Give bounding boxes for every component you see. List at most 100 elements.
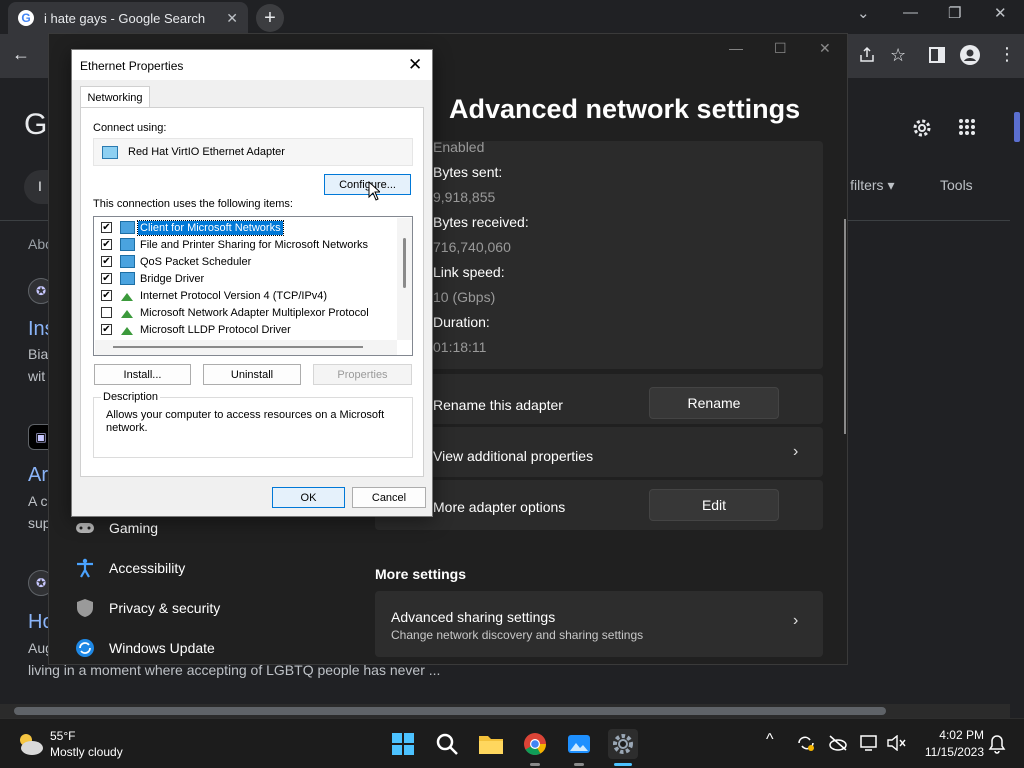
dialog-close-icon[interactable]: ✕ bbox=[408, 55, 422, 75]
ok-button[interactable]: OK bbox=[272, 487, 345, 508]
profile-icon[interactable] bbox=[960, 45, 980, 65]
page-horizontal-scrollbar[interactable] bbox=[0, 704, 1010, 718]
cloud-offline-icon[interactable] bbox=[828, 735, 848, 751]
all-filters-button[interactable]: ll filters ▾ bbox=[840, 177, 894, 194]
start-button[interactable] bbox=[390, 731, 416, 757]
bytes-received-label: Bytes received: bbox=[433, 214, 529, 230]
weather-temperature[interactable]: 55°F bbox=[50, 729, 75, 743]
description-legend: Description bbox=[101, 391, 161, 403]
result-snippet: A c bbox=[28, 493, 48, 509]
list-item[interactable]: ✔ Internet Protocol Version 4 (TCP/IPv4) bbox=[94, 287, 394, 304]
item-checkbox[interactable]: ✔ bbox=[101, 290, 112, 301]
network-adapter-icon bbox=[102, 145, 118, 159]
gamepad-icon bbox=[75, 518, 95, 538]
protocol-icon bbox=[120, 306, 135, 319]
list-vertical-scrollbar[interactable] bbox=[397, 218, 412, 340]
settings-minimize-icon[interactable]: — bbox=[729, 40, 743, 56]
photos-button[interactable] bbox=[566, 731, 592, 757]
dialog-title-bar[interactable]: Ethernet Properties ✕ bbox=[72, 50, 432, 80]
scrollbar-thumb[interactable] bbox=[1014, 112, 1020, 142]
clock-time[interactable]: 4:02 PM bbox=[934, 728, 984, 742]
nav-item-privacy-security[interactable]: Privacy & security bbox=[75, 598, 220, 618]
display-icon[interactable] bbox=[860, 735, 880, 751]
nav-item-windows-update[interactable]: Windows Update bbox=[75, 638, 215, 658]
properties-button[interactable]: Properties bbox=[313, 364, 412, 385]
item-checkbox[interactable]: ✔ bbox=[101, 222, 112, 233]
item-checkbox[interactable]: ✔ bbox=[101, 273, 112, 284]
list-horizontal-scrollbar[interactable] bbox=[95, 340, 397, 355]
browser-tab[interactable]: G i hate gays - Google Search ✕ bbox=[8, 2, 248, 34]
search-button[interactable] bbox=[434, 731, 460, 757]
new-tab-button[interactable]: + bbox=[256, 4, 284, 32]
tray-overflow-chevron-icon[interactable]: ^ bbox=[766, 731, 774, 749]
minimize-icon[interactable]: — bbox=[903, 4, 918, 21]
install-button[interactable]: Install... bbox=[94, 364, 191, 385]
bookmark-star-icon[interactable]: ☆ bbox=[890, 45, 906, 66]
volume-muted-icon[interactable] bbox=[886, 735, 906, 751]
back-button[interactable]: ← bbox=[12, 44, 30, 65]
item-label: Microsoft Network Adapter Multiplexor Pr… bbox=[140, 306, 369, 319]
adapter-name: Red Hat VirtIO Ethernet Adapter bbox=[128, 146, 285, 158]
tab-search-icon[interactable]: ⌄ bbox=[857, 4, 870, 22]
google-logo[interactable]: G bbox=[24, 108, 47, 142]
shield-icon bbox=[75, 598, 95, 618]
close-window-icon[interactable]: ✕ bbox=[994, 4, 1007, 22]
item-label: Client for Microsoft Networks bbox=[137, 219, 284, 236]
settings-active-indicator bbox=[614, 763, 632, 766]
update-sync-icon bbox=[75, 638, 95, 658]
dialog-title: Ethernet Properties bbox=[80, 59, 184, 73]
list-item[interactable]: ✔ Client for Microsoft Networks bbox=[94, 219, 394, 236]
clock-date[interactable]: 11/15/2023 bbox=[918, 745, 984, 759]
tab-networking[interactable]: Networking bbox=[80, 86, 150, 108]
scrollbar-thumb[interactable] bbox=[14, 707, 886, 715]
sharing-title: Advanced sharing settings bbox=[391, 609, 556, 625]
notification-bell-icon[interactable] bbox=[988, 734, 1006, 754]
list-item[interactable]: ✔ Microsoft LLDP Protocol Driver bbox=[94, 321, 394, 338]
settings-close-icon[interactable]: ✕ bbox=[819, 40, 831, 57]
page-vertical-scrollbar[interactable] bbox=[1010, 78, 1024, 704]
settings-maximize-icon[interactable]: ☐ bbox=[774, 40, 787, 57]
list-item[interactable]: ✔ QoS Packet Scheduler bbox=[94, 253, 394, 270]
list-item[interactable]: ✔ Bridge Driver bbox=[94, 270, 394, 287]
item-label: File and Printer Sharing for Microsoft N… bbox=[140, 238, 369, 251]
nav-item-gaming[interactable]: Gaming bbox=[75, 518, 158, 538]
scrollbar-thumb[interactable] bbox=[113, 346, 363, 348]
more-options-label: More adapter options bbox=[433, 499, 566, 515]
chrome-menu-icon[interactable]: ⋮ bbox=[998, 44, 1016, 65]
restore-icon[interactable]: ❐ bbox=[948, 4, 961, 22]
chrome-button[interactable] bbox=[522, 731, 548, 757]
nav-item-accessibility[interactable]: Accessibility bbox=[75, 558, 185, 578]
scrollbar-thumb[interactable] bbox=[403, 238, 406, 288]
settings-scrollbar[interactable] bbox=[844, 219, 846, 434]
tab-close-icon[interactable]: ✕ bbox=[226, 10, 238, 27]
network-client-icon bbox=[120, 221, 135, 234]
item-checkbox[interactable]: ✔ bbox=[101, 239, 112, 250]
connection-items-list[interactable]: ✔ Client for Microsoft Networks ✔ File a… bbox=[93, 216, 413, 356]
tools-button[interactable]: Tools bbox=[940, 177, 973, 193]
cloudy-weather-icon[interactable] bbox=[16, 731, 44, 757]
settings-gear-icon[interactable] bbox=[910, 116, 934, 140]
uninstall-button[interactable]: Uninstall bbox=[203, 364, 301, 385]
bytes-received-value: 716,740,060 bbox=[433, 239, 511, 255]
nav-label: Privacy & security bbox=[109, 600, 221, 616]
list-item[interactable]: Microsoft Network Adapter Multiplexor Pr… bbox=[94, 304, 394, 321]
photos-running-indicator bbox=[574, 763, 584, 766]
share-icon[interactable] bbox=[858, 46, 876, 64]
cancel-button[interactable]: Cancel bbox=[352, 487, 426, 508]
item-checkbox[interactable]: ✔ bbox=[101, 256, 112, 267]
item-checkbox[interactable]: ✔ bbox=[101, 324, 112, 335]
weather-description[interactable]: Mostly cloudy bbox=[50, 745, 123, 759]
list-item[interactable]: ✔ File and Printer Sharing for Microsoft… bbox=[94, 236, 394, 253]
edit-button[interactable]: Edit bbox=[649, 489, 779, 521]
file-explorer-button[interactable] bbox=[478, 731, 504, 757]
rename-button[interactable]: Rename bbox=[649, 387, 779, 419]
nav-label: Windows Update bbox=[109, 640, 215, 656]
apps-grid-icon[interactable] bbox=[958, 118, 976, 136]
result-link[interactable]: Ar bbox=[28, 464, 48, 487]
side-panel-icon[interactable] bbox=[929, 47, 945, 63]
settings-gear-icon bbox=[613, 734, 633, 754]
item-checkbox[interactable] bbox=[101, 307, 112, 318]
settings-taskbar-button[interactable] bbox=[608, 729, 638, 759]
sync-icon[interactable] bbox=[796, 734, 816, 752]
protocol-icon bbox=[120, 289, 135, 302]
